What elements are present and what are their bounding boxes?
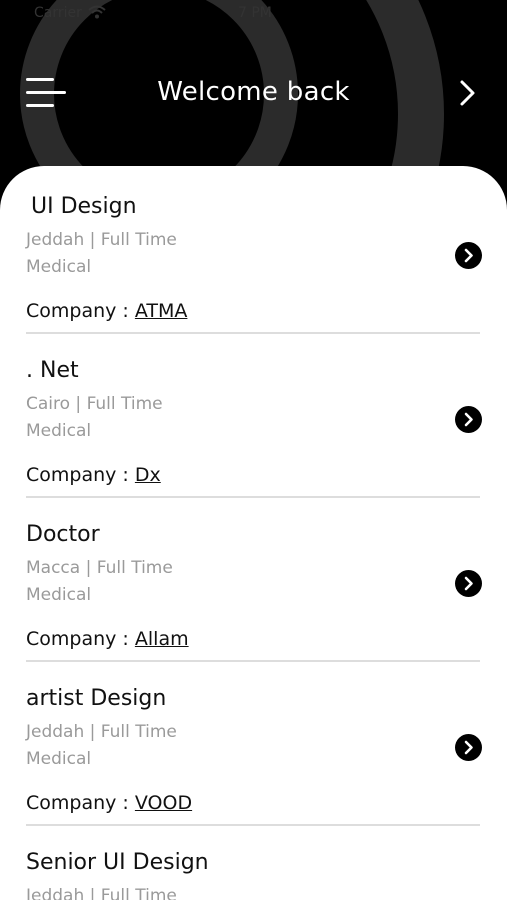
- divider: [26, 496, 480, 498]
- circle-chevron-right-icon[interactable]: [455, 242, 482, 269]
- job-location: Jeddah | Full Time: [26, 230, 177, 250]
- app-screen: Carrier 7 PM Welcome back UI Design Jedd…: [0, 0, 507, 900]
- job-company: Company : VOOD: [26, 792, 192, 814]
- status-time: 7 PM: [238, 5, 272, 21]
- page-title: Welcome back: [157, 77, 350, 107]
- job-item[interactable]: Doctor Macca | Full Time Medical Company…: [0, 522, 507, 686]
- divider: [26, 660, 480, 662]
- job-title: Doctor: [26, 522, 100, 547]
- company-label: Company :: [26, 628, 129, 650]
- job-company: Company : Dx: [26, 464, 161, 486]
- job-category: Medical: [26, 421, 92, 441]
- job-company: Company : Allam: [26, 628, 189, 650]
- divider: [26, 332, 480, 334]
- circle-chevron-right-icon[interactable]: [455, 570, 482, 597]
- company-link[interactable]: Allam: [135, 628, 189, 650]
- app-header: Welcome back: [0, 60, 507, 126]
- job-location: Cairo | Full Time: [26, 394, 163, 414]
- wifi-icon: [88, 5, 106, 19]
- company-label: Company :: [26, 792, 129, 814]
- job-location: Jeddah | Full Time: [26, 722, 177, 742]
- company-link[interactable]: ATMA: [135, 300, 188, 322]
- job-category: Medical: [26, 749, 92, 769]
- job-location: Macca | Full Time: [26, 558, 173, 578]
- job-item[interactable]: UI Design Jeddah | Full Time Medical Com…: [0, 194, 507, 358]
- company-link[interactable]: Dx: [135, 464, 161, 486]
- status-carrier: Carrier: [34, 5, 82, 21]
- job-company: Company : ATMA: [26, 300, 187, 322]
- job-item[interactable]: . Net Cairo | Full Time Medical Company …: [0, 358, 507, 522]
- job-title: artist Design: [26, 686, 167, 711]
- circle-chevron-right-icon[interactable]: [455, 734, 482, 761]
- job-title: . Net: [26, 358, 79, 383]
- job-item[interactable]: artist Design Jeddah | Full Time Medical…: [0, 686, 507, 850]
- job-title: UI Design: [31, 194, 137, 219]
- job-category: Medical: [26, 257, 92, 277]
- job-title: Senior UI Design: [26, 850, 209, 875]
- job-category: Medical: [26, 585, 92, 605]
- company-label: Company :: [26, 464, 129, 486]
- company-label: Company :: [26, 300, 129, 322]
- circle-chevron-right-icon[interactable]: [455, 406, 482, 433]
- divider: [26, 824, 480, 826]
- job-item[interactable]: Senior UI Design Jeddah | Full Time: [0, 850, 507, 900]
- job-location: Jeddah | Full Time: [26, 886, 177, 900]
- company-link[interactable]: VOOD: [135, 792, 192, 814]
- chevron-right-icon[interactable]: [452, 78, 482, 108]
- status-bar: Carrier 7 PM: [0, 0, 507, 28]
- job-list-card: UI Design Jeddah | Full Time Medical Com…: [0, 166, 507, 900]
